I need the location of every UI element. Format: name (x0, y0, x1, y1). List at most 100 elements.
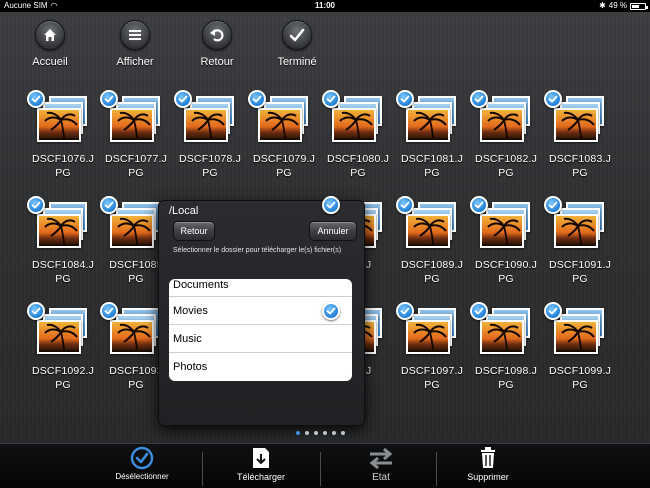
photo-filename-line2: PG (55, 273, 71, 285)
photo-filename: DSCF1081.J PG (392, 152, 472, 180)
popup-path: /Local (169, 205, 199, 217)
photo-tile[interactable]: DSCF1082.J PG (470, 90, 542, 190)
selected-check-icon[interactable] (27, 302, 45, 320)
photo-filename: DSCF1083.J PG (540, 152, 620, 180)
home-icon-button (35, 20, 65, 50)
photo-filename-line1: DSCF1092.J (31, 365, 95, 377)
home-button[interactable]: Accueil (18, 20, 82, 68)
photo-tile[interactable]: DSCF1091.J PG (544, 196, 616, 296)
photo-filename-line1: DSCF1089.J (400, 259, 464, 271)
photo-stack-front (406, 320, 450, 354)
popup-cancel-button[interactable]: Annuler (309, 221, 357, 241)
photo-stack-front (406, 214, 450, 248)
photo-tile[interactable]: DSCF1079.J PG (248, 90, 320, 190)
deselect-label: Désélectionner (115, 472, 169, 481)
selected-check-icon[interactable] (470, 90, 488, 108)
photo-tile[interactable]: DSCF1098.J PG (470, 302, 542, 402)
photo-filename-line1: DSCF1082.J (474, 153, 538, 165)
photo-tile[interactable]: DSCF1077.J PG (100, 90, 172, 190)
selected-check-icon[interactable] (322, 90, 340, 108)
back-icon-button (202, 20, 232, 50)
folder-item-music[interactable]: Music (169, 325, 352, 353)
delete-button[interactable]: Supprimer (452, 444, 524, 488)
photo-tile[interactable]: DSCF1097.J PG (396, 302, 468, 402)
download-button[interactable]: Télécharger (225, 444, 297, 488)
photo-tile[interactable]: DSCF1081.J PG (396, 90, 468, 190)
page-dot[interactable] (332, 431, 336, 435)
selected-check-icon[interactable] (322, 302, 340, 320)
page-dot[interactable] (296, 431, 300, 435)
selected-check-icon[interactable] (544, 302, 562, 320)
selected-check-icon[interactable] (544, 196, 562, 214)
selected-check-icon[interactable] (100, 302, 118, 320)
selected-check-icon[interactable] (100, 196, 118, 214)
status-label: Etat (372, 472, 390, 483)
page-dot[interactable] (305, 431, 309, 435)
photo-tile[interactable]: DSCF1099.J PG (544, 302, 616, 402)
selected-check-icon[interactable] (544, 90, 562, 108)
photo-filename: DSCF1079.J PG (244, 152, 324, 180)
photo-filename-line1: DSCF1091.J (548, 259, 612, 271)
page-dot[interactable] (314, 431, 318, 435)
photo-filename-line1: DSCF1080.J (326, 153, 390, 165)
selected-check-icon[interactable] (27, 90, 45, 108)
status-button[interactable]: Etat (345, 444, 417, 488)
selected-check-icon[interactable] (470, 302, 488, 320)
photo-filename-line2: PG (424, 167, 440, 179)
home-label: Accueil (32, 56, 68, 68)
deselect-button[interactable]: Désélectionner (106, 444, 178, 488)
back-button[interactable]: Retour (185, 20, 249, 68)
folder-item-documents[interactable]: Documents (169, 279, 352, 297)
photo-tile[interactable]: DSCF1080.J PG (322, 90, 394, 190)
selected-check-icon[interactable] (396, 196, 414, 214)
toolbar-divider (320, 452, 321, 486)
app-screen: Aucune SIM ◠ 11:00 ✱ 49 % Accueil Affiche… (0, 0, 650, 488)
photo-filename-line2: PG (572, 273, 588, 285)
photo-filename: DSCF1098.J PG (466, 364, 546, 392)
photo-filename-line1: DSCF1076.J (31, 153, 95, 165)
done-button[interactable]: Terminé (265, 20, 329, 68)
selected-check-icon[interactable] (470, 196, 488, 214)
page-dot[interactable] (323, 431, 327, 435)
photo-filename-line1: DSCF1097.J (400, 365, 464, 377)
page-indicator[interactable] (296, 431, 345, 435)
status-icon-wrap (345, 444, 417, 470)
photo-stack-front (110, 320, 154, 354)
selected-check-icon[interactable] (396, 302, 414, 320)
photo-filename-line2: PG (498, 167, 514, 179)
folder-item-photos[interactable]: Photos (169, 353, 352, 381)
photo-filename-line2: PG (572, 379, 588, 391)
view-button[interactable]: Afficher (103, 20, 167, 68)
selected-check-icon[interactable] (174, 90, 192, 108)
done-icon-button (282, 20, 312, 50)
done-label: Terminé (277, 56, 317, 68)
photo-tile[interactable]: DSCF1089.J PG (396, 196, 468, 296)
selected-check-icon[interactable] (27, 196, 45, 214)
photo-filename: DSCF1097.J PG (392, 364, 472, 392)
view-icon-button (120, 20, 150, 50)
photo-filename-line1: DSCF1077.J (104, 153, 168, 165)
photo-tile[interactable]: DSCF1083.J PG (544, 90, 616, 190)
photo-filename-line2: PG (424, 273, 440, 285)
selected-check-icon[interactable] (100, 90, 118, 108)
photo-filename-line2: PG (202, 167, 218, 179)
photo-filename: DSCF1099.J PG (540, 364, 620, 392)
selected-check-icon[interactable] (396, 90, 414, 108)
page-dot[interactable] (341, 431, 345, 435)
photo-filename-line1: DSCF1099.J (548, 365, 612, 377)
popup-back-button[interactable]: Retour (173, 221, 215, 241)
battery-icon (630, 2, 648, 10)
photo-tile[interactable]: DSCF1090.J PG (470, 196, 542, 296)
photo-tile[interactable]: DSCF1084.J PG (27, 196, 99, 296)
selected-check-icon[interactable] (248, 90, 266, 108)
photo-tile[interactable]: DSCF1076.J PG (27, 90, 99, 190)
transfer-arrows-icon (369, 447, 393, 470)
home-icon (44, 29, 56, 41)
photo-filename: DSCF1084.J PG (23, 258, 103, 286)
photo-tile[interactable]: DSCF1092.J PG (27, 302, 99, 402)
checkmark-icon (289, 28, 305, 42)
photo-tile[interactable]: DSCF1078.J PG (174, 90, 246, 190)
selected-check-icon[interactable] (322, 196, 340, 214)
photo-filename-line1: DSCF1084.J (31, 259, 95, 271)
folder-list: Documents Movies Music Photos (169, 279, 352, 381)
